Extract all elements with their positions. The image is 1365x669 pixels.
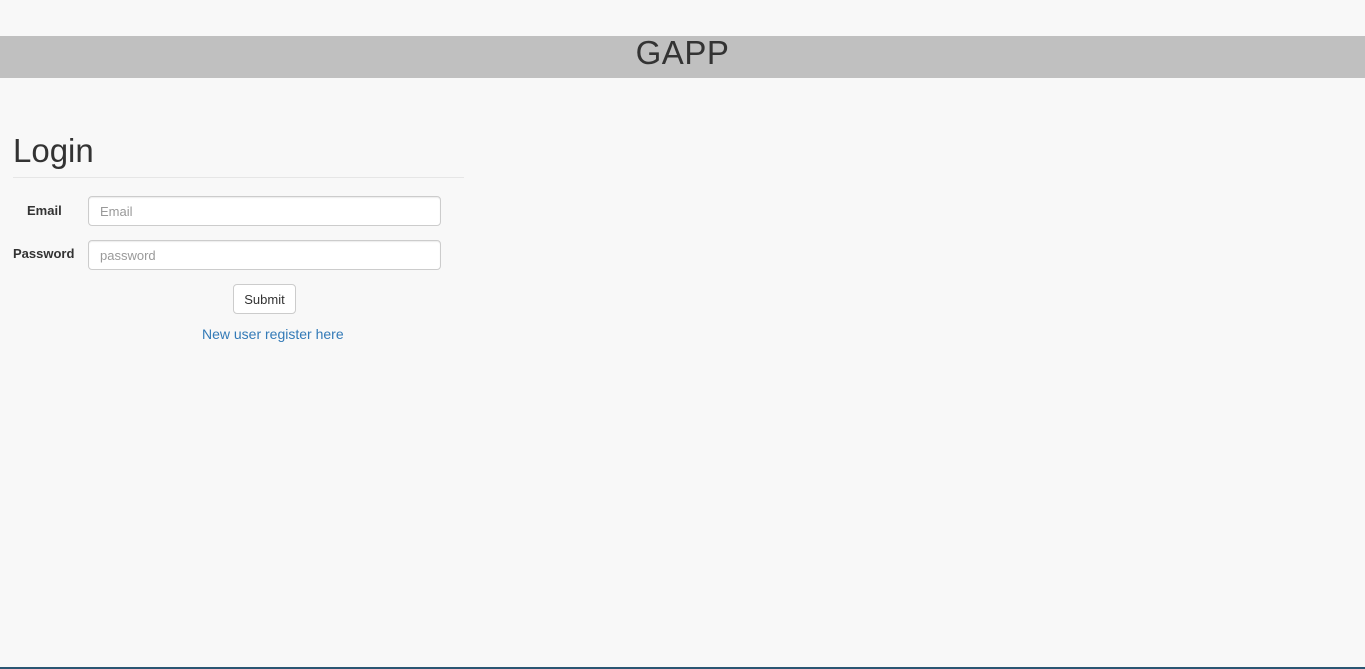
submit-button[interactable]: Submit bbox=[233, 284, 296, 314]
password-row: Password bbox=[13, 240, 464, 284]
password-input[interactable] bbox=[88, 240, 441, 270]
header-bar: GAPP bbox=[0, 36, 1365, 78]
email-input[interactable] bbox=[88, 196, 441, 226]
password-label: Password bbox=[13, 246, 75, 261]
register-row: New user register here bbox=[13, 326, 464, 372]
email-label: Email bbox=[27, 203, 62, 218]
email-row: Email bbox=[13, 196, 464, 240]
register-link[interactable]: New user register here bbox=[202, 326, 344, 342]
page-title: Login bbox=[13, 128, 464, 178]
submit-row: Submit bbox=[13, 284, 464, 328]
app-title: GAPP bbox=[635, 34, 730, 71]
login-form: Login Email Password Submit New user reg… bbox=[13, 128, 464, 372]
